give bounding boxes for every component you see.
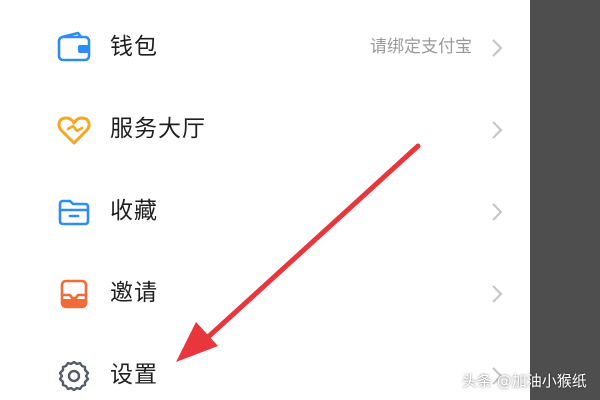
menu-item-label: 邀请 — [110, 280, 158, 306]
overlay-side-strip — [530, 0, 600, 400]
invite-icon — [56, 276, 92, 312]
menu-item-label: 收藏 — [110, 198, 158, 224]
menu-item-service-hall[interactable]: 服务大厅 — [0, 86, 530, 168]
chevron-right-icon — [490, 118, 504, 142]
gear-icon — [56, 358, 92, 394]
menu-item-value: 请绑定支付宝 — [370, 37, 472, 57]
chevron-right-icon — [490, 36, 504, 60]
settings-menu-screen: 钱包 请绑定支付宝 服务大厅 收藏 邀请 设置 头条 @加油小猴纸 — [0, 0, 600, 400]
menu-item-settings[interactable]: 设置 — [0, 332, 530, 400]
menu-item-wallet[interactable]: 钱包 请绑定支付宝 — [0, 4, 530, 86]
folder-icon — [56, 194, 92, 230]
menu-item-invite[interactable]: 邀请 — [0, 250, 530, 332]
menu-item-label: 服务大厅 — [110, 116, 206, 142]
wallet-icon — [56, 30, 92, 66]
chevron-right-icon — [490, 200, 504, 224]
watermark-text: 头条 @加油小猴纸 — [462, 372, 587, 390]
chevron-right-icon — [490, 282, 504, 306]
heart-service-icon — [56, 112, 92, 148]
menu-item-label: 设置 — [110, 362, 158, 388]
menu-item-label: 钱包 — [110, 34, 158, 60]
menu-item-favorites[interactable]: 收藏 — [0, 168, 530, 250]
